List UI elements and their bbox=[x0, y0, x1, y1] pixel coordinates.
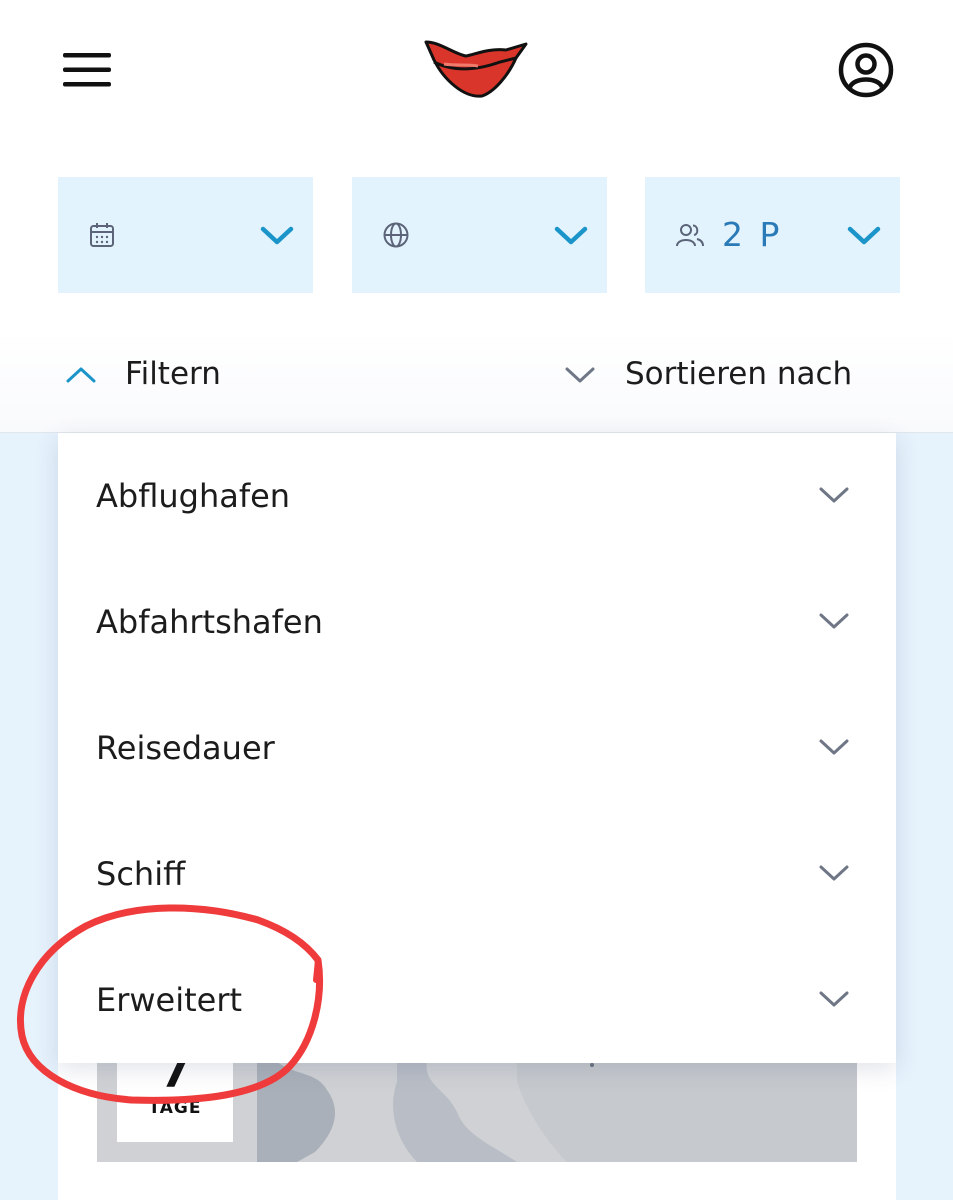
date-selector[interactable] bbox=[58, 177, 313, 293]
destination-selector[interactable] bbox=[352, 177, 607, 293]
filter-item-label: Schiff bbox=[96, 855, 186, 893]
top-bar bbox=[0, 0, 953, 150]
filter-panel: Abflughafen Abfahrtshafen Reisedauer Sch… bbox=[58, 433, 896, 1063]
filter-item-abflughafen[interactable]: Abflughafen bbox=[58, 433, 896, 561]
filter-item-label: Abflughafen bbox=[96, 477, 291, 515]
calendar-icon bbox=[88, 221, 116, 249]
chevron-down-icon bbox=[816, 733, 852, 761]
chevron-up-icon bbox=[62, 360, 100, 388]
duration-badge: 7 TAGE bbox=[117, 1048, 233, 1142]
lips-logo-icon[interactable] bbox=[420, 36, 532, 102]
hamburger-menu-icon[interactable] bbox=[60, 48, 114, 92]
chevron-down-icon bbox=[553, 221, 589, 249]
chevron-down-icon bbox=[816, 481, 852, 509]
filter-item-schiff[interactable]: Schiff bbox=[58, 811, 896, 939]
filter-sort-bar: Filtern Sortieren nach bbox=[0, 330, 953, 433]
filter-label: Filtern bbox=[125, 356, 221, 392]
chevron-down-icon bbox=[846, 221, 882, 249]
duration-unit: TAGE bbox=[148, 1098, 202, 1118]
people-icon bbox=[675, 221, 704, 249]
travellers-selector[interactable]: 2 P bbox=[645, 177, 900, 293]
filter-item-erweitert[interactable]: Erweitert bbox=[58, 937, 896, 1063]
filter-item-label: Erweitert bbox=[96, 981, 243, 1019]
chevron-down-icon bbox=[560, 360, 598, 388]
chevron-down-icon bbox=[816, 607, 852, 635]
chevron-down-icon bbox=[259, 221, 295, 249]
globe-icon bbox=[382, 221, 410, 249]
chevron-down-icon bbox=[816, 985, 852, 1013]
chevron-down-icon bbox=[816, 859, 852, 887]
filter-item-label: Reisedauer bbox=[96, 729, 275, 767]
filter-item-reisedauer[interactable]: Reisedauer bbox=[58, 685, 896, 813]
travellers-value: 2 P bbox=[722, 215, 783, 254]
user-account-icon[interactable] bbox=[836, 40, 896, 100]
filter-item-abfahrtshafen[interactable]: Abfahrtshafen bbox=[58, 559, 896, 687]
sort-label: Sortieren nach bbox=[625, 356, 853, 392]
filter-item-label: Abfahrtshafen bbox=[96, 603, 323, 641]
